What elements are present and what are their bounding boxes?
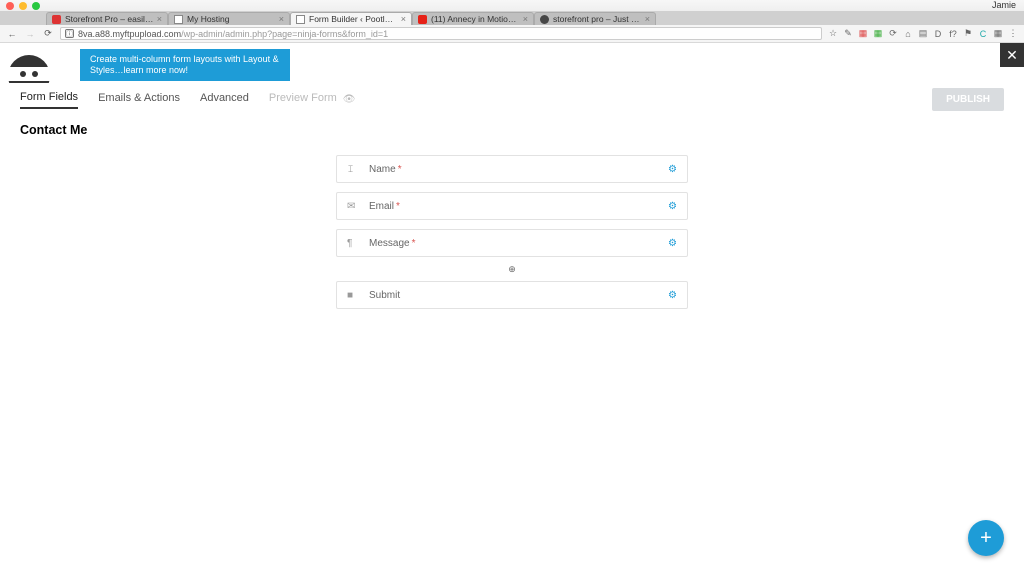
field-settings-icon[interactable]: ⚙ <box>668 290 677 301</box>
close-window-dot[interactable] <box>6 2 14 10</box>
publish-button[interactable]: PUBLISH <box>932 88 1004 111</box>
tab-favicon <box>296 15 305 24</box>
field-drop-indicator: ⊕ <box>336 266 688 272</box>
browser-tab[interactable]: (11) Annecy in Motion - 4K - T × <box>412 12 534 25</box>
ninja-forms-logo <box>6 43 56 83</box>
back-button[interactable]: ← <box>6 29 18 39</box>
browser-toolbar: ← → ⟳ ⓘ 8va.a88.myftpupload.com/wp-admin… <box>0 25 1024 43</box>
form-field-name[interactable]: 𝙸 Name * ⚙ <box>336 155 688 183</box>
menu-extension-icon[interactable]: ⋮ <box>1008 29 1018 39</box>
required-asterisk: * <box>412 238 416 249</box>
forward-button[interactable]: → <box>24 29 36 39</box>
f?-extension-icon[interactable]: f? <box>948 29 958 39</box>
form-canvas[interactable]: 𝙸 Name * ⚙✉ Email * ⚙¶ Message * ⚙⊕■ Sub… <box>0 155 1024 309</box>
grid-green-extension-icon[interactable]: ▦ <box>873 29 883 39</box>
preview-form-tab[interactable]: Preview Form <box>269 92 337 108</box>
star-extension-icon[interactable]: ☆ <box>828 29 838 39</box>
form-field-submit[interactable]: ■ Submit ⚙ <box>336 281 688 309</box>
submit-icon: ■ <box>347 290 359 301</box>
tab-close-icon[interactable]: × <box>157 14 162 24</box>
C-extension-icon[interactable]: C <box>978 29 988 39</box>
pencil-extension-icon[interactable]: ✎ <box>843 29 853 39</box>
grid-extension-icon[interactable]: ▦ <box>993 29 1003 39</box>
tab-close-icon[interactable]: × <box>401 14 406 24</box>
browser-tab[interactable]: Storefront Pro – easily custom × <box>46 12 168 25</box>
tag-extension-icon[interactable]: ⌂ <box>903 29 913 39</box>
field-label: Message <box>369 238 410 249</box>
minimize-window-dot[interactable] <box>19 2 27 10</box>
add-field-fab[interactable]: + <box>968 520 1004 556</box>
required-asterisk: * <box>396 201 400 212</box>
extension-icons: ☆ ✎ ▦ ▦ ⟳ ⌂ ▤ Df? ⚑ C ▦ ⋮ <box>828 29 1018 39</box>
tab-title: Storefront Pro – easily custom <box>65 14 154 24</box>
tab-favicon <box>540 15 549 24</box>
browser-tab[interactable]: My Hosting × <box>168 12 290 25</box>
reload-button[interactable]: ⟳ <box>42 28 54 39</box>
browser-tab[interactable]: Form Builder ‹ Pootlepress — × <box>290 12 412 25</box>
note-extension-icon[interactable]: ▤ <box>918 29 928 39</box>
url-host: 8va.a88.myftpupload.com <box>78 29 181 39</box>
site-info-icon[interactable]: ⓘ <box>65 29 74 38</box>
tab-title: My Hosting <box>187 14 276 24</box>
tab-favicon <box>52 15 61 24</box>
builder-tab-emails-actions[interactable]: Emails & Actions <box>98 92 180 108</box>
builder-tab-form-fields[interactable]: Form Fields <box>20 91 78 109</box>
tab-title: storefront pro – Just another <box>553 14 642 24</box>
D-extension-icon[interactable]: D <box>933 29 943 39</box>
required-asterisk: * <box>398 164 402 175</box>
grid-red-extension-icon[interactable]: ▦ <box>858 29 868 39</box>
builder-tab-advanced[interactable]: Advanced <box>200 92 249 108</box>
browser-tab-strip: Storefront Pro – easily custom × My Host… <box>0 11 1024 25</box>
field-settings-icon[interactable]: ⚙ <box>668 201 677 212</box>
address-bar[interactable]: ⓘ 8va.a88.myftpupload.com/wp-admin/admin… <box>60 27 822 40</box>
refresh-extension-icon[interactable]: ⟳ <box>888 29 898 39</box>
tab-close-icon[interactable]: × <box>523 14 528 24</box>
tab-close-icon[interactable]: × <box>645 14 650 24</box>
mac-menubar: Jamie <box>0 0 1024 11</box>
tab-title: (11) Annecy in Motion - 4K - T <box>431 14 520 24</box>
field-settings-icon[interactable]: ⚙ <box>668 238 677 249</box>
tab-title: Form Builder ‹ Pootlepress — <box>309 14 398 24</box>
field-label: Submit <box>369 290 400 301</box>
close-builder-button[interactable]: ✕ <box>1000 43 1024 67</box>
app-header: Create multi-column form layouts with La… <box>0 43 1024 70</box>
drag-cursor-icon: ⊕ <box>508 264 516 275</box>
tab-favicon <box>418 15 427 24</box>
email-icon: ✉ <box>347 201 359 212</box>
promo-banner[interactable]: Create multi-column form layouts with La… <box>80 49 290 81</box>
browser-tab[interactable]: storefront pro – Just another × <box>534 12 656 25</box>
zoom-window-dot[interactable] <box>32 2 40 10</box>
url-path: /wp-admin/admin.php?page=ninja-forms&for… <box>181 29 388 39</box>
field-label: Email <box>369 201 394 212</box>
field-settings-icon[interactable]: ⚙ <box>668 164 677 175</box>
form-field-message[interactable]: ¶ Message * ⚙ <box>336 229 688 257</box>
preview-eye-icon: 👁 <box>343 94 356 105</box>
form-field-email[interactable]: ✉ Email * ⚙ <box>336 192 688 220</box>
system-user-name: Jamie <box>992 0 1016 11</box>
message-icon: ¶ <box>347 238 359 249</box>
field-label: Name <box>369 164 396 175</box>
traffic-lights[interactable] <box>6 2 40 10</box>
tab-close-icon[interactable]: × <box>279 14 284 24</box>
text-icon: 𝙸 <box>347 164 359 175</box>
form-title[interactable]: Contact Me <box>0 111 1024 137</box>
tab-favicon <box>174 15 183 24</box>
flag-extension-icon[interactable]: ⚑ <box>963 29 973 39</box>
